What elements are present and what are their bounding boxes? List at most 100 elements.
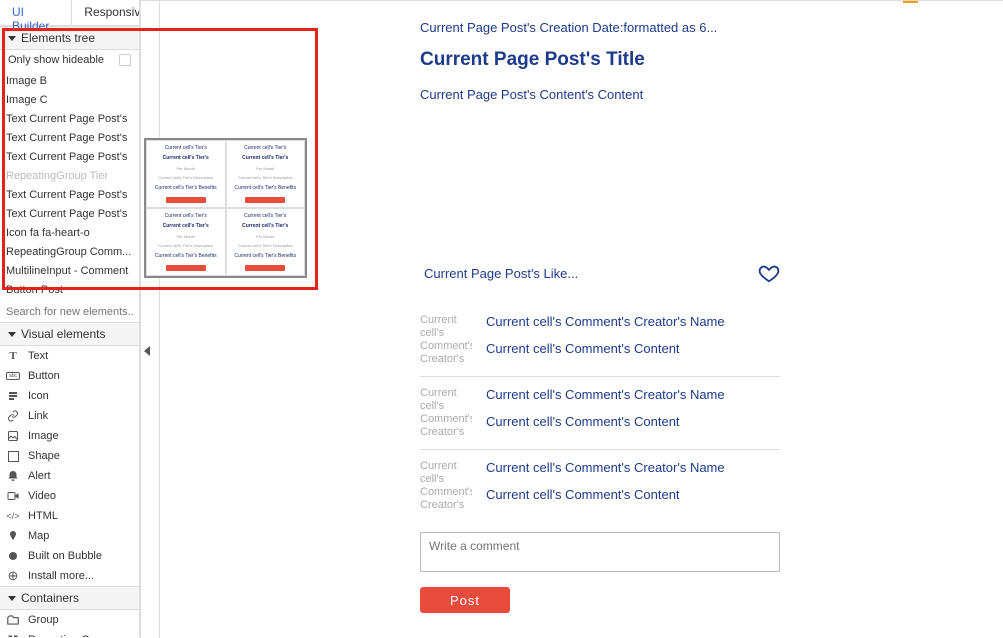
tier-line: Current cell's Tier's bbox=[233, 155, 299, 161]
comment-content: Current cell's Comment's Content bbox=[486, 341, 780, 356]
comment-input[interactable] bbox=[420, 532, 780, 572]
palette-item-html[interactable]: </>HTML bbox=[0, 506, 139, 526]
shape-icon bbox=[6, 449, 20, 463]
heart-icon[interactable] bbox=[758, 262, 780, 284]
tab-ui-builder[interactable]: UI Builder bbox=[0, 0, 72, 25]
tree-item[interactable]: Button Post bbox=[0, 281, 139, 300]
comment-avatar-placeholder: Current cell's Comment's Creator's bbox=[420, 387, 472, 439]
tier-line: Current cell's Tier's Benefits bbox=[153, 253, 219, 259]
tree-item[interactable]: Text Current Page Post's bbox=[0, 186, 139, 205]
elements-tree-list: Image BImage CText Current Page Post'sTe… bbox=[0, 70, 139, 302]
video-icon bbox=[6, 489, 20, 503]
palette-item-button[interactable]: abcButton bbox=[0, 366, 139, 386]
palette-item-repeating-group[interactable]: Repeating Group bbox=[0, 630, 139, 637]
tier-line: Current cell's Tier's Description bbox=[153, 175, 219, 180]
comment-body: Current cell's Comment's Creator's NameC… bbox=[486, 387, 780, 439]
only-show-hideable-row: Only show hideable bbox=[0, 50, 139, 70]
palette-item-label: Link bbox=[28, 410, 48, 422]
tree-item[interactable]: Image C bbox=[0, 91, 139, 110]
comments-list: Current cell's Comment's Creator's Curren… bbox=[420, 304, 1003, 522]
tier-line: Current cell's Tier's bbox=[153, 223, 219, 229]
visual-elements-list: T Text abcButton Icon Link Image Shape Alert Vid… bbox=[0, 346, 139, 586]
palette-item-label: Group bbox=[28, 614, 59, 626]
palette-item-text[interactable]: T Text bbox=[0, 346, 139, 366]
tier-cell: Current cell's Tier's Current cell's Tie… bbox=[146, 140, 226, 208]
chevron-down-icon bbox=[8, 36, 16, 41]
chevron-down-icon bbox=[8, 596, 16, 601]
palette-item-label: Image bbox=[28, 430, 59, 442]
tier-line: Current cell's Tier's Benefits bbox=[153, 185, 219, 191]
tier-line: Current cell's Tier's Description bbox=[233, 243, 299, 248]
alert-icon bbox=[6, 469, 20, 483]
tier-cell: Current cell's Tier's Current cell's Tie… bbox=[146, 208, 226, 276]
tier-line: Per Month bbox=[153, 234, 219, 239]
palette-item-alert[interactable]: Alert bbox=[0, 466, 139, 486]
repeating-group-thumbnail[interactable]: Current cell's Tier's Current cell's Tie… bbox=[144, 138, 307, 278]
icon-icon bbox=[6, 389, 20, 403]
containers-list: GroupRepeating GroupPopupFloating Group bbox=[0, 610, 139, 637]
post-date: Current Page Post's Creation Date:format… bbox=[420, 20, 1003, 35]
palette-item-link[interactable]: Link bbox=[0, 406, 139, 426]
palette-item-built-on-bubble[interactable]: Built on Bubble bbox=[0, 546, 139, 566]
tier-line: Current cell's Tier's Benefits bbox=[233, 185, 299, 191]
comment-body: Current cell's Comment's Creator's NameC… bbox=[486, 314, 780, 366]
map-icon bbox=[6, 529, 20, 543]
tree-item[interactable]: RepeatingGroup Comm... bbox=[0, 243, 139, 262]
tree-item[interactable]: RepeatingGroup Tier bbox=[0, 167, 139, 186]
html-icon: </> bbox=[6, 509, 20, 523]
palette-item-icon[interactable]: Icon bbox=[0, 386, 139, 406]
palette-item-image[interactable]: Image bbox=[0, 426, 139, 446]
palette-item-label: Icon bbox=[28, 390, 49, 402]
palette-item-label: Shape bbox=[28, 450, 60, 462]
tree-item[interactable]: Text Current Page Post's bbox=[0, 129, 139, 148]
tier-join-button bbox=[245, 265, 285, 271]
tier-line: Current cell's Tier's bbox=[153, 155, 219, 161]
tree-item[interactable]: Text Current Page Post's bbox=[0, 148, 139, 167]
group-icon bbox=[6, 613, 20, 627]
tier-line: Current cell's Tier's Description bbox=[233, 175, 299, 180]
tier-join-button bbox=[166, 265, 206, 271]
text-icon: T bbox=[6, 349, 20, 363]
tier-join-button bbox=[245, 197, 285, 203]
tree-item[interactable]: Text Current Page Post's bbox=[0, 205, 139, 224]
comment-row: Current cell's Comment's Creator'sCurren… bbox=[420, 450, 780, 522]
palette-item-label: Map bbox=[28, 530, 49, 542]
comment-row: Current cell's Comment's Creator's Curren… bbox=[420, 377, 780, 450]
like-text: Current Page Post's Like... bbox=[424, 266, 578, 281]
post-button[interactable]: Post bbox=[420, 587, 510, 613]
tree-item[interactable]: Icon fa fa-heart-o bbox=[0, 224, 139, 243]
comment-content: Current cell's Comment's Content bbox=[486, 487, 780, 502]
palette-item-label: Text bbox=[28, 350, 48, 362]
search-elements-input[interactable] bbox=[0, 302, 139, 322]
comment-creator-name: Current cell's Comment's Creator's Name bbox=[486, 387, 780, 402]
only-show-hideable-checkbox[interactable] bbox=[119, 54, 131, 66]
tree-item[interactable]: Text Current Page Post's bbox=[0, 110, 139, 129]
palette-item-label: Alert bbox=[28, 470, 51, 482]
tree-item[interactable]: MultilineInput - Comment bbox=[0, 262, 139, 281]
palette-item-label: Button bbox=[28, 370, 60, 382]
tier-join-button bbox=[166, 197, 206, 203]
tab-responsive[interactable]: Responsive bbox=[72, 0, 140, 25]
tree-item[interactable]: Image B bbox=[0, 72, 139, 91]
tier-line: Current cell's Tier's Description bbox=[153, 243, 219, 248]
comment-creator-name: Current cell's Comment's Creator's Name bbox=[486, 460, 780, 475]
collapse-handle-icon[interactable] bbox=[144, 346, 150, 356]
palette-item-group[interactable]: Group bbox=[0, 610, 139, 630]
palette-item-label: Video bbox=[28, 490, 56, 502]
palette-item-label: Install more... bbox=[28, 570, 94, 582]
palette-item-map[interactable]: Map bbox=[0, 526, 139, 546]
post-title: Current Page Post's Title bbox=[420, 49, 1003, 71]
containers-header[interactable]: Containers bbox=[0, 586, 139, 610]
elements-tree-label: Elements tree bbox=[21, 31, 95, 45]
tier-line: Current cell's Tier's Benefits bbox=[233, 253, 299, 259]
visual-elements-header[interactable]: Visual elements bbox=[0, 322, 139, 346]
canvas-gutter bbox=[140, 1, 160, 638]
link-icon bbox=[6, 409, 20, 423]
palette-item-video[interactable]: Video bbox=[0, 486, 139, 506]
palette-item-shape[interactable]: Shape bbox=[0, 446, 139, 466]
tier-line: Per Month bbox=[153, 166, 219, 171]
page-preview: Current Page Post's Creation Date:format… bbox=[410, 0, 1003, 637]
containers-label: Containers bbox=[21, 591, 79, 605]
palette-item-install-more-[interactable]: ⊕Install more... bbox=[0, 566, 139, 586]
palette-item-label: Built on Bubble bbox=[28, 550, 102, 562]
